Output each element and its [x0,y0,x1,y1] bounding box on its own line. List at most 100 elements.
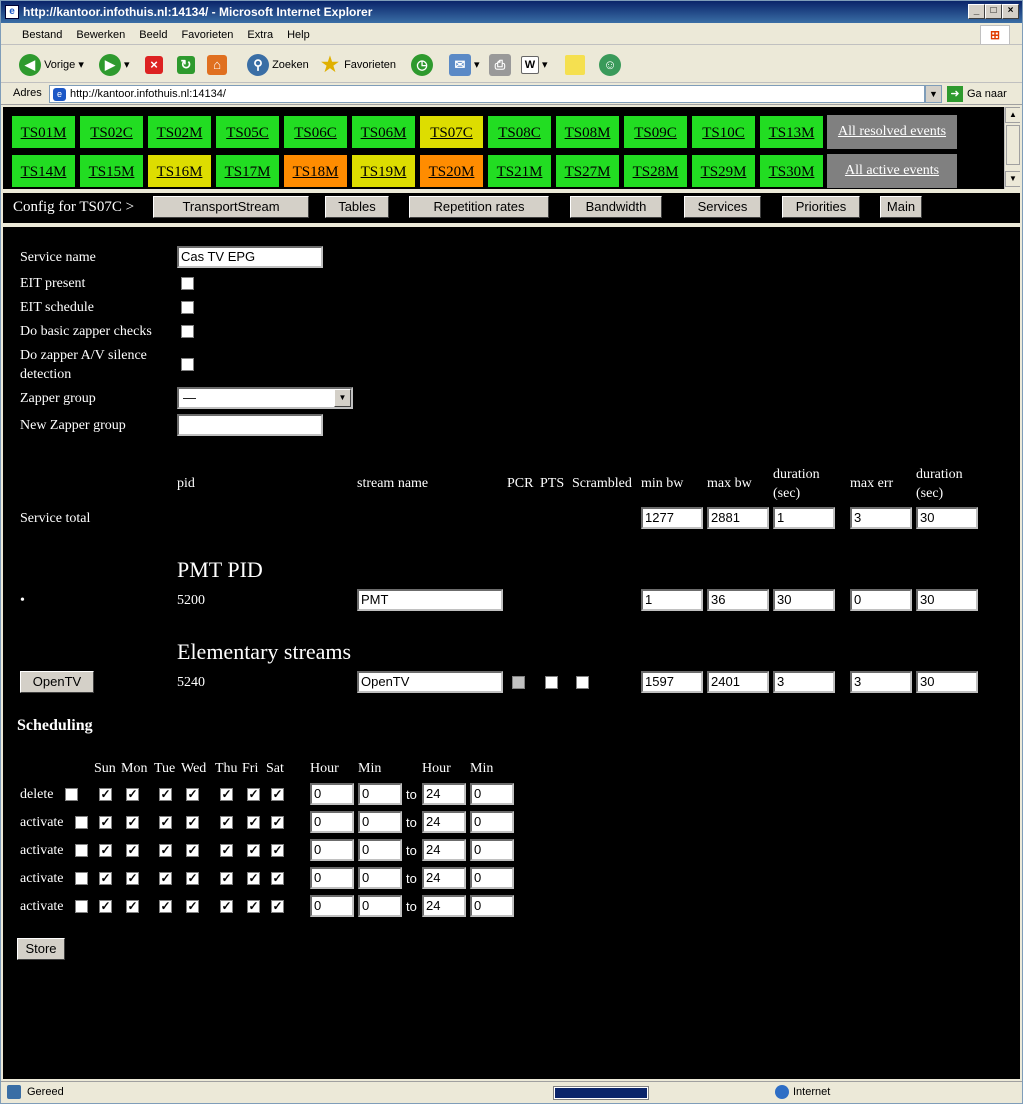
stop-button[interactable]: × [145,53,163,77]
stream-link-ts02c[interactable]: TS02C [79,115,144,149]
stream-link-ts20m[interactable]: TS20M [419,154,484,188]
schedule-from-min-input[interactable]: 0 [358,867,402,889]
scroll-down-icon[interactable]: ▼ [1005,171,1020,187]
service-name-input[interactable]: Cas TV EPG [177,246,323,268]
schedule-from-hour-input[interactable]: 0 [310,811,354,833]
stream-link-ts05c[interactable]: TS05C [215,115,280,149]
menu-beeld[interactable]: Beeld [132,25,174,41]
messenger-button[interactable]: ☺ [599,53,621,77]
schedule-action-checkbox[interactable] [75,844,88,857]
edit-button[interactable]: W ▾ [521,53,548,77]
back-button[interactable]: ◀ Vorige ▾ [19,53,84,77]
stream-link-ts30m[interactable]: TS30M [759,154,824,188]
all-active-events-link[interactable]: All active events [827,154,957,188]
history-button[interactable]: ◷ [411,53,433,77]
stream-link-ts27m[interactable]: TS27M [555,154,620,188]
eit-present-checkbox[interactable] [181,277,194,290]
schedule-day-checkbox-thu[interactable]: ✓ [220,788,233,801]
pmt-max-err-input[interactable]: 0 [850,589,912,611]
schedule-day-checkbox-tue[interactable]: ✓ [159,900,172,913]
schedule-day-checkbox-tue[interactable]: ✓ [159,872,172,885]
schedule-day-checkbox-mon[interactable]: ✓ [126,788,139,801]
all-resolved-events-link[interactable]: All resolved events [827,115,957,149]
new-zapper-group-input[interactable] [177,414,323,436]
search-button[interactable]: ⚲ Zoeken [247,53,309,77]
stream-link-ts18m[interactable]: TS18M [283,154,348,188]
stream-link-ts09c[interactable]: TS09C [623,115,688,149]
schedule-day-checkbox-sun[interactable]: ✓ [99,872,112,885]
frame-scrollbar[interactable]: ▲ ▼ [1004,107,1020,189]
es-duration-input[interactable]: 3 [773,671,835,693]
schedule-day-checkbox-sun[interactable]: ✓ [99,900,112,913]
stream-link-ts19m[interactable]: TS19M [351,154,416,188]
total-err-duration-input[interactable]: 30 [916,507,978,529]
stream-link-ts16m[interactable]: TS16M [147,154,212,188]
schedule-day-checkbox-tue[interactable]: ✓ [159,844,172,857]
es-pcr-checkbox[interactable] [512,676,525,689]
es-pts-checkbox[interactable] [545,676,558,689]
schedule-day-checkbox-sat[interactable]: ✓ [271,844,284,857]
go-button[interactable]: ➜ Ga naar [947,85,1017,103]
schedule-day-checkbox-fri[interactable]: ✓ [247,872,260,885]
home-button[interactable]: ⌂ [207,53,227,77]
pmt-min-bw-input[interactable]: 1 [641,589,703,611]
schedule-day-checkbox-wed[interactable]: ✓ [186,788,199,801]
stream-link-ts21m[interactable]: TS21M [487,154,552,188]
schedule-to-min-input[interactable]: 0 [470,895,514,917]
scroll-thumb[interactable] [1006,125,1020,165]
schedule-from-hour-input[interactable]: 0 [310,783,354,805]
es-err-duration-input[interactable]: 30 [916,671,978,693]
main-button[interactable]: Main [880,196,922,218]
forward-button[interactable]: ▶ ▾ [99,53,130,77]
schedule-day-checkbox-sat[interactable]: ✓ [271,816,284,829]
total-max-bw-input[interactable]: 2881 [707,507,769,529]
schedule-to-min-input[interactable]: 0 [470,839,514,861]
av-silence-checkbox[interactable] [181,358,194,371]
schedule-to-hour-input[interactable]: 24 [422,867,466,889]
schedule-action-checkbox[interactable] [75,900,88,913]
favorites-button[interactable]: ★ Favorieten [319,53,396,77]
schedule-day-checkbox-sun[interactable]: ✓ [99,788,112,801]
schedule-day-checkbox-thu[interactable]: ✓ [220,816,233,829]
pmt-err-duration-input[interactable]: 30 [916,589,978,611]
schedule-from-hour-input[interactable]: 0 [310,839,354,861]
total-max-err-input[interactable]: 3 [850,507,912,529]
services-button[interactable]: Services [684,196,761,218]
priorities-button[interactable]: Priorities [782,196,860,218]
menu-favorieten[interactable]: Favorieten [174,25,240,41]
schedule-day-checkbox-fri[interactable]: ✓ [247,816,260,829]
schedule-to-min-input[interactable]: 0 [470,811,514,833]
stream-link-ts01m[interactable]: TS01M [11,115,76,149]
schedule-from-min-input[interactable]: 0 [358,783,402,805]
stream-link-ts08c[interactable]: TS08C [487,115,552,149]
total-min-bw-input[interactable]: 1277 [641,507,703,529]
zapper-group-select[interactable]: — ▼ [177,387,353,409]
schedule-day-checkbox-wed[interactable]: ✓ [186,816,199,829]
stream-link-ts17m[interactable]: TS17M [215,154,280,188]
schedule-day-checkbox-fri[interactable]: ✓ [247,844,260,857]
schedule-day-checkbox-thu[interactable]: ✓ [220,844,233,857]
minimize-button[interactable]: _ [968,4,985,19]
schedule-to-hour-input[interactable]: 24 [422,783,466,805]
schedule-day-checkbox-thu[interactable]: ✓ [220,900,233,913]
schedule-action-checkbox[interactable] [65,788,78,801]
es-stream-name-input[interactable]: OpenTV [357,671,503,693]
menu-bewerken[interactable]: Bewerken [69,25,132,41]
schedule-from-hour-input[interactable]: 0 [310,895,354,917]
schedule-from-min-input[interactable]: 0 [358,895,402,917]
es-max-err-input[interactable]: 3 [850,671,912,693]
schedule-to-hour-input[interactable]: 24 [422,895,466,917]
menu-bestand[interactable]: Bestand [15,25,69,41]
stream-link-ts15m[interactable]: TS15M [79,154,144,188]
discuss-button[interactable] [565,53,585,77]
schedule-day-checkbox-thu[interactable]: ✓ [220,872,233,885]
schedule-day-checkbox-wed[interactable]: ✓ [186,844,199,857]
stream-link-ts29m[interactable]: TS29M [691,154,756,188]
stream-link-ts13m[interactable]: TS13M [759,115,824,149]
mail-button[interactable]: ✉ ▾ [449,53,480,77]
print-button[interactable]: ⎙ [489,53,511,77]
schedule-day-checkbox-sun[interactable]: ✓ [99,816,112,829]
menu-help[interactable]: Help [280,25,317,41]
pmt-stream-name-input[interactable]: PMT [357,589,503,611]
eit-schedule-checkbox[interactable] [181,301,194,314]
